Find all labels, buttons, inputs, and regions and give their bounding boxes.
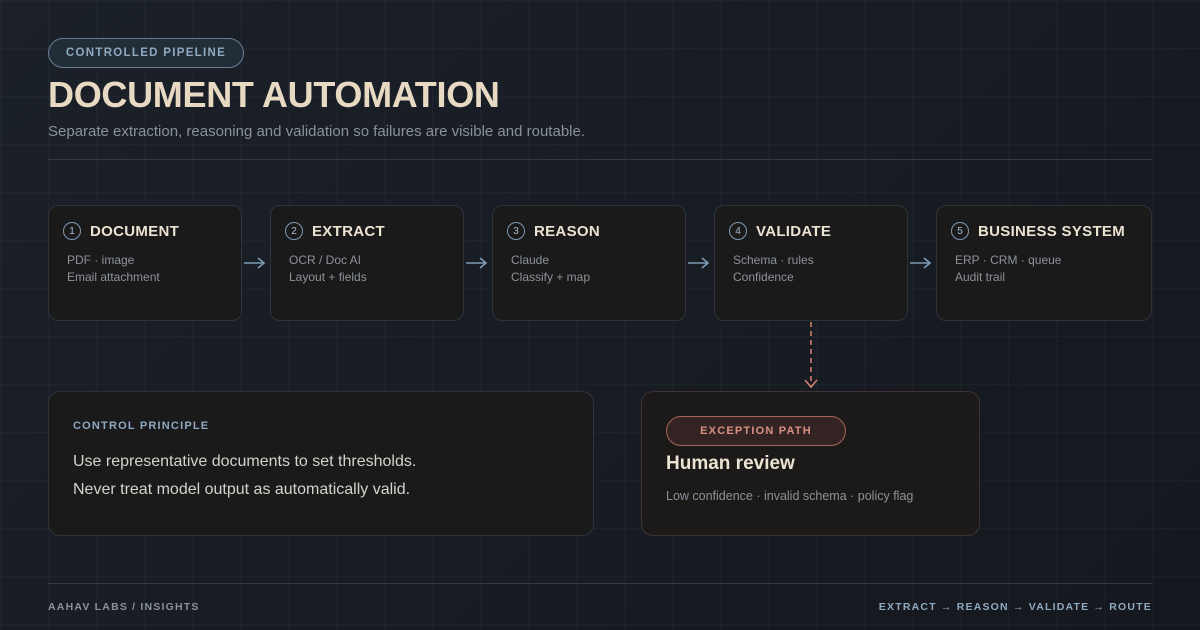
step-detail: Classify + map: [511, 270, 591, 284]
exception-title: Human review: [666, 453, 795, 474]
step-card-reason: 3 REASON Claude Classify + map: [492, 205, 686, 321]
step-number-badge: 4: [729, 222, 747, 240]
step-detail: PDF · image: [67, 253, 135, 267]
page-subtitle: Separate extraction, reasoning and valid…: [48, 123, 585, 140]
step-number-badge: 2: [285, 222, 303, 240]
step-card-extract: 2 EXTRACT OCR / Doc AI Layout + fields: [270, 205, 464, 321]
step-title: REASON: [534, 222, 600, 240]
step-detail: Email attachment: [67, 270, 160, 284]
step-card-document: 1 DOCUMENT PDF · image Email attachment: [48, 205, 242, 321]
step-number-badge: 1: [63, 222, 81, 240]
arrow-right-icon: [910, 257, 932, 269]
arrow-down-dashed-icon: [804, 322, 818, 389]
step-number-badge: 5: [951, 222, 969, 240]
arrow-right-icon: [466, 257, 488, 269]
footer-flow-summary: EXTRACT → REASON → VALIDATE → ROUTE: [878, 601, 1152, 613]
step-detail: OCR / Doc AI: [289, 253, 362, 267]
step-detail: Layout + fields: [289, 270, 367, 284]
principle-line: Never treat model output as automaticall…: [73, 481, 411, 498]
step-detail: Schema · rules: [733, 253, 814, 267]
step-card-validate: 4 VALIDATE Schema · rules Confidence: [714, 205, 908, 321]
exception-description: Low confidence · invalid schema · policy…: [666, 489, 914, 503]
step-title: EXTRACT: [312, 222, 385, 240]
pipeline-tag: CONTROLLED PIPELINE: [48, 38, 244, 68]
arrow-right-icon: [244, 257, 266, 269]
header-divider: [48, 159, 1152, 160]
step-card-business-system: 5 BUSINESS SYSTEM ERP · CRM · queue Audi…: [936, 205, 1152, 321]
step-detail: Audit trail: [955, 270, 1006, 284]
exception-card: EXCEPTION PATH Human review Low confiden…: [641, 391, 980, 536]
page-title: DOCUMENT AUTOMATION: [48, 74, 500, 115]
step-number-badge: 3: [507, 222, 525, 240]
principle-label: CONTROL PRINCIPLE: [73, 420, 210, 432]
principle-line: Use representative documents to set thre…: [73, 453, 417, 470]
step-title: VALIDATE: [756, 222, 832, 240]
exception-path-tag: EXCEPTION PATH: [666, 416, 846, 446]
step-detail: ERP · CRM · queue: [955, 253, 1062, 267]
step-detail: Confidence: [733, 270, 794, 284]
step-title: DOCUMENT: [90, 222, 180, 240]
footer-divider: [48, 583, 1152, 584]
control-principle-card: CONTROL PRINCIPLE Use representative doc…: [48, 391, 594, 536]
arrow-right-icon: [688, 257, 710, 269]
footer-brand: AAHAV LABS / INSIGHTS: [48, 601, 200, 613]
step-detail: Claude: [511, 253, 550, 267]
step-title: BUSINESS SYSTEM: [978, 222, 1126, 240]
